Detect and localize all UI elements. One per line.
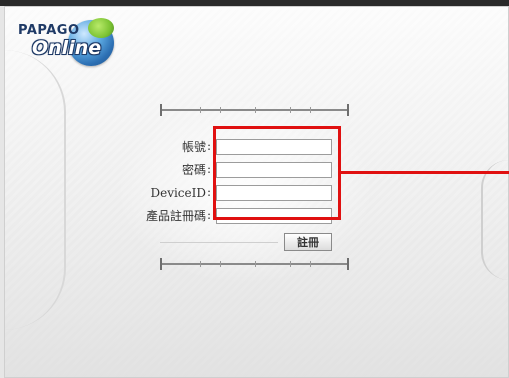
registration-code-label: 產品註冊碼 bbox=[145, 209, 206, 223]
device-id-colon: : bbox=[207, 185, 212, 199]
swoosh-icon bbox=[88, 18, 114, 38]
bottom-decorative-bracket bbox=[160, 258, 349, 270]
account-label: 帳號 bbox=[181, 140, 206, 154]
highlight-annotation-box bbox=[213, 126, 341, 220]
register-button[interactable]: 註冊 bbox=[284, 233, 332, 251]
logo-text-papago: PAPAGO bbox=[18, 23, 80, 38]
password-colon: : bbox=[207, 162, 212, 176]
top-decorative-bracket bbox=[160, 104, 349, 116]
account-colon: : bbox=[207, 139, 212, 153]
logo-text-online: Online bbox=[32, 37, 102, 59]
form-divider bbox=[160, 242, 278, 243]
highlight-annotation-line bbox=[341, 171, 509, 174]
password-label: 密碼 bbox=[181, 163, 206, 177]
device-id-label: DeviceID bbox=[150, 186, 206, 200]
papago-online-logo: PAPAGO Online bbox=[10, 18, 140, 66]
decorative-left-curve bbox=[4, 50, 66, 330]
registration-code-colon: : bbox=[207, 208, 212, 222]
decorative-right-curve bbox=[481, 160, 509, 280]
